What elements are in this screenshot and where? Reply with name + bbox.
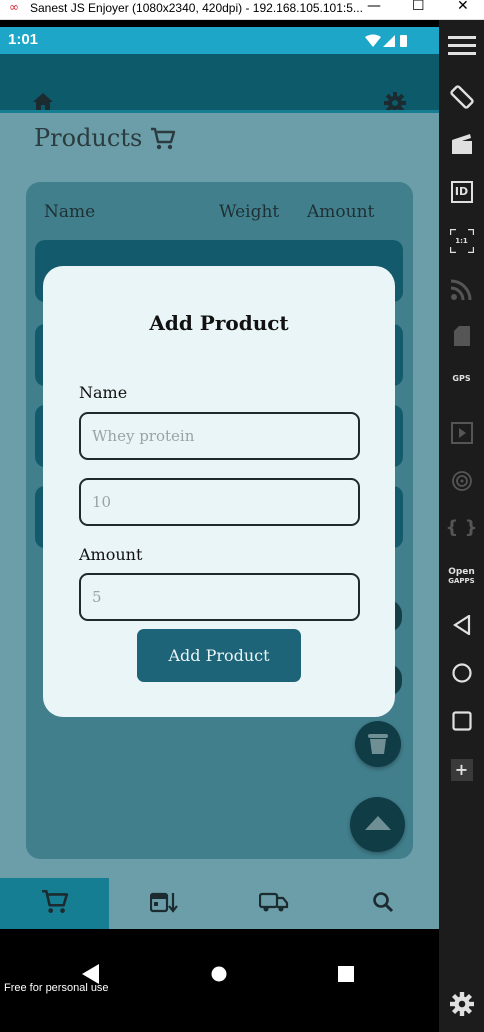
calendar-sort-icon — [149, 891, 178, 917]
column-header-weight: Weight — [219, 202, 280, 222]
window-title: Sanest JS Enjoyer (1080x2340, 420dpi) - … — [30, 1, 363, 15]
open-gapps-icon[interactable]: Open GAPPS — [439, 568, 484, 586]
minimize-button[interactable]: — — [367, 0, 381, 14]
home-circle-icon[interactable] — [211, 966, 227, 986]
watermark-text: Free for personal use — [4, 982, 109, 994]
app-logo-icon: ∞ — [9, 0, 19, 14]
sd-card-icon[interactable] — [439, 326, 484, 346]
product-amount-input[interactable] — [79, 573, 360, 621]
nav-tab-cart[interactable] — [0, 878, 109, 929]
overview-panel-icon[interactable] — [439, 711, 484, 731]
status-bar: 1:01 — [0, 27, 439, 54]
gps-icon[interactable]: GPS — [439, 374, 484, 383]
product-weight-input[interactable] — [79, 478, 360, 526]
cart-icon — [150, 127, 176, 155]
trash-icon — [368, 732, 388, 760]
nav-tab-delivery[interactable] — [219, 878, 328, 929]
product-name-input[interactable] — [79, 412, 360, 460]
status-time: 1:01 — [8, 31, 39, 48]
add-product-button[interactable]: Add Product — [137, 629, 301, 682]
pixel-perfect-icon[interactable]: 1:1 — [439, 229, 484, 253]
signal-icon — [383, 35, 395, 47]
menu-icon[interactable] — [439, 36, 484, 56]
home-panel-icon[interactable] — [439, 663, 484, 683]
page-title: Products — [34, 124, 143, 152]
back-panel-icon[interactable] — [439, 615, 484, 635]
media-icon[interactable] — [439, 422, 484, 444]
close-button[interactable]: ✕ — [457, 0, 469, 14]
column-header-name: Name — [44, 202, 96, 222]
rotate-icon[interactable] — [439, 84, 484, 110]
column-header-amount: Amount — [307, 202, 375, 222]
scroll-up-button[interactable] — [350, 797, 405, 852]
search-icon — [372, 891, 394, 917]
name-label: Name — [79, 383, 128, 402]
app-bar — [0, 54, 439, 114]
recents-icon[interactable] — [338, 966, 354, 986]
maximize-button[interactable]: ☐ — [412, 0, 425, 14]
cast-icon[interactable] — [439, 278, 484, 300]
battery-icon — [400, 35, 407, 47]
fingerprint-icon[interactable] — [439, 470, 484, 492]
nav-tab-search[interactable] — [328, 878, 437, 929]
settings-panel-icon[interactable] — [439, 992, 484, 1016]
developer-icon[interactable]: { } — [439, 517, 484, 539]
screen-record-icon[interactable] — [439, 133, 484, 155]
device-id-icon[interactable]: ID — [439, 181, 484, 203]
amount-label: Amount — [79, 545, 143, 564]
status-icons — [365, 33, 413, 52]
delete-button[interactable] — [355, 721, 401, 767]
arrow-up-icon — [365, 815, 391, 834]
nav-tab-schedule[interactable] — [109, 878, 218, 929]
dialog-title: Add Product — [149, 311, 289, 335]
wifi-icon — [365, 34, 381, 47]
more-options-icon[interactable]: + — [439, 759, 484, 781]
cart-icon — [41, 889, 69, 919]
truck-icon — [258, 891, 289, 917]
window-titlebar: ∞ Sanest JS Enjoyer (1080x2340, 420dpi) … — [0, 0, 484, 20]
